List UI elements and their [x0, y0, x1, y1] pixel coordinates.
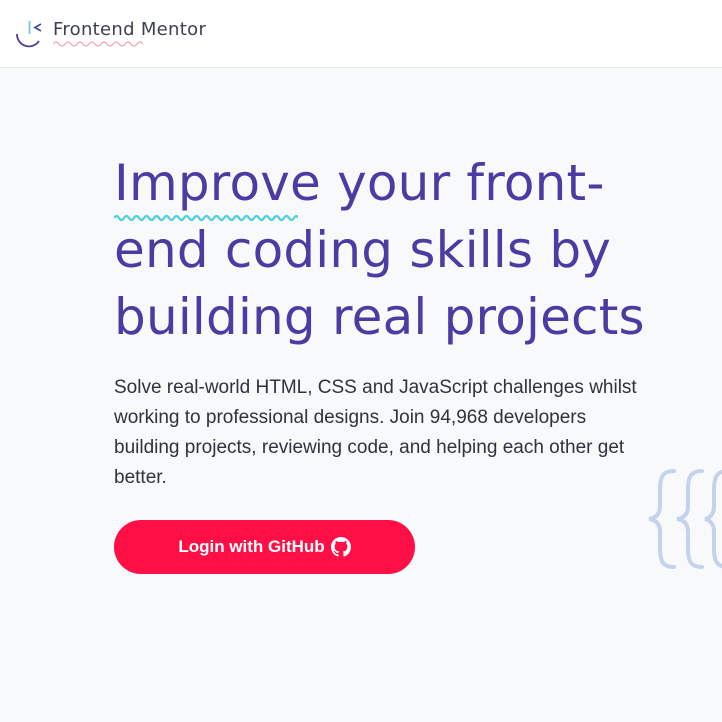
hero-headline: Improve your front-end coding skills by …	[114, 150, 674, 351]
brand-name: Frontend Mentor	[53, 19, 207, 40]
github-icon	[330, 537, 351, 557]
login-with-github-button[interactable]: Login with GitHub	[114, 520, 415, 574]
hero-section: Improve your front-end coding skills by …	[114, 150, 674, 493]
brand-logo[interactable]: Frontend Mentor	[16, 16, 206, 50]
brand-squiggle-icon	[53, 41, 143, 47]
curly-braces-icon	[648, 469, 722, 569]
site-header: Frontend Mentor	[0, 0, 722, 68]
wavy-underline-icon	[114, 214, 298, 222]
login-button-label: Login with GitHub	[178, 537, 325, 556]
frontend-mentor-logo-icon	[16, 21, 42, 48]
headline-highlight-text: Improve	[114, 154, 321, 212]
hero-description: Solve real-world HTML, CSS and JavaScrip…	[114, 377, 637, 488]
headline-highlight: Improve	[114, 150, 321, 222]
brand-wordmark: Frontend Mentor	[53, 16, 207, 47]
